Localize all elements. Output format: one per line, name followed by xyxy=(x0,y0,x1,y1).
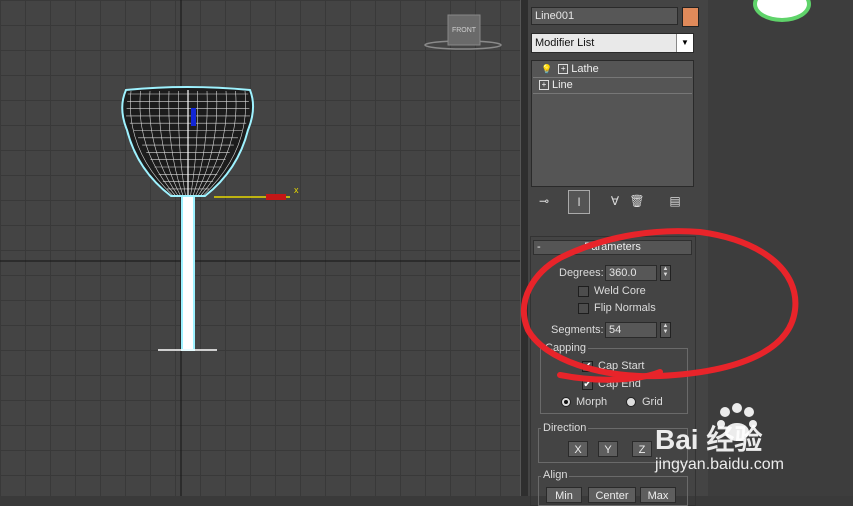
expand-icon[interactable]: + xyxy=(539,80,549,91)
axis-x-label: x xyxy=(294,185,299,195)
stack-item-line[interactable]: + Line xyxy=(533,78,692,94)
goblet-bowl xyxy=(121,86,254,197)
weld-core-label: Weld Core xyxy=(594,285,646,297)
flip-normals-checkbox[interactable] xyxy=(578,303,589,314)
capping-title: Capping xyxy=(543,342,588,354)
align-min-button[interactable]: Min xyxy=(546,487,582,503)
align-max-button[interactable]: Max xyxy=(640,487,676,503)
make-unique-icon[interactable]: ∀ xyxy=(606,190,624,212)
align-title: Align xyxy=(541,469,570,481)
parameters-rollout-header[interactable]: - Parameters xyxy=(533,240,692,255)
object-name-field[interactable]: Line001 xyxy=(531,7,678,25)
decorative-badge xyxy=(753,0,811,22)
panel-background xyxy=(708,0,853,496)
chevron-down-icon: ▼ xyxy=(676,34,693,52)
morph-label: Morph xyxy=(576,396,608,408)
gizmo-y-axis[interactable] xyxy=(191,108,196,126)
collapse-icon: - xyxy=(537,241,541,253)
show-end-result-icon[interactable]: I xyxy=(568,190,590,214)
grid-radio[interactable] xyxy=(626,397,636,407)
direction-z-button[interactable]: Z xyxy=(632,441,652,457)
degrees-input[interactable]: 360.0 xyxy=(605,265,657,281)
modifier-list-label: Modifier List xyxy=(535,37,595,49)
cap-start-checkbox[interactable]: ✔ xyxy=(582,361,593,372)
modifier-stack[interactable]: 💡 + Lathe + Line xyxy=(531,60,694,187)
remove-modifier-icon[interactable]: 🗑 xyxy=(628,190,646,212)
stack-item-label: Lathe xyxy=(571,63,599,75)
configure-sets-icon[interactable]: ▤ xyxy=(666,190,684,212)
direction-title: Direction xyxy=(541,422,589,434)
weld-core-checkbox[interactable] xyxy=(578,286,589,297)
cap-end-label: Cap End xyxy=(598,378,641,390)
view-cube[interactable]: FRONT xyxy=(424,14,502,50)
viewport-canvas: x FRONT xyxy=(0,0,520,496)
segments-label: Segments: xyxy=(551,324,604,336)
view-cube-label: FRONT xyxy=(452,27,477,34)
gizmo-x-axis[interactable] xyxy=(266,194,286,200)
direction-y-button[interactable]: Y xyxy=(598,441,618,457)
segments-spinner[interactable]: ▲ ▼ xyxy=(660,322,671,338)
morph-radio[interactable] xyxy=(561,397,571,407)
front-viewport[interactable]: x FRONT xyxy=(0,0,520,496)
grid-label: Grid xyxy=(642,396,663,408)
stack-item-lathe[interactable]: 💡 + Lathe xyxy=(533,62,692,78)
degrees-label: Degrees: xyxy=(559,267,604,279)
expand-icon[interactable]: + xyxy=(558,64,569,75)
goblet-stem xyxy=(181,195,195,351)
segments-input[interactable]: 54 xyxy=(605,322,657,338)
flip-normals-label: Flip Normals xyxy=(594,302,656,314)
lightbulb-icon[interactable]: 💡 xyxy=(541,62,552,77)
stack-item-label: Line xyxy=(552,79,573,91)
object-color-swatch[interactable] xyxy=(682,7,699,27)
cap-end-checkbox[interactable]: ✔ xyxy=(582,379,593,390)
align-center-button[interactable]: Center xyxy=(588,487,636,503)
pin-stack-icon[interactable]: ⊸ xyxy=(535,190,553,212)
direction-x-button[interactable]: X xyxy=(568,441,588,457)
cap-start-label: Cap Start xyxy=(598,360,645,372)
modifier-list-dropdown[interactable]: Modifier List ▼ xyxy=(531,33,694,53)
parameters-title: Parameters xyxy=(584,241,641,253)
degrees-spinner[interactable]: ▲ ▼ xyxy=(660,265,671,281)
